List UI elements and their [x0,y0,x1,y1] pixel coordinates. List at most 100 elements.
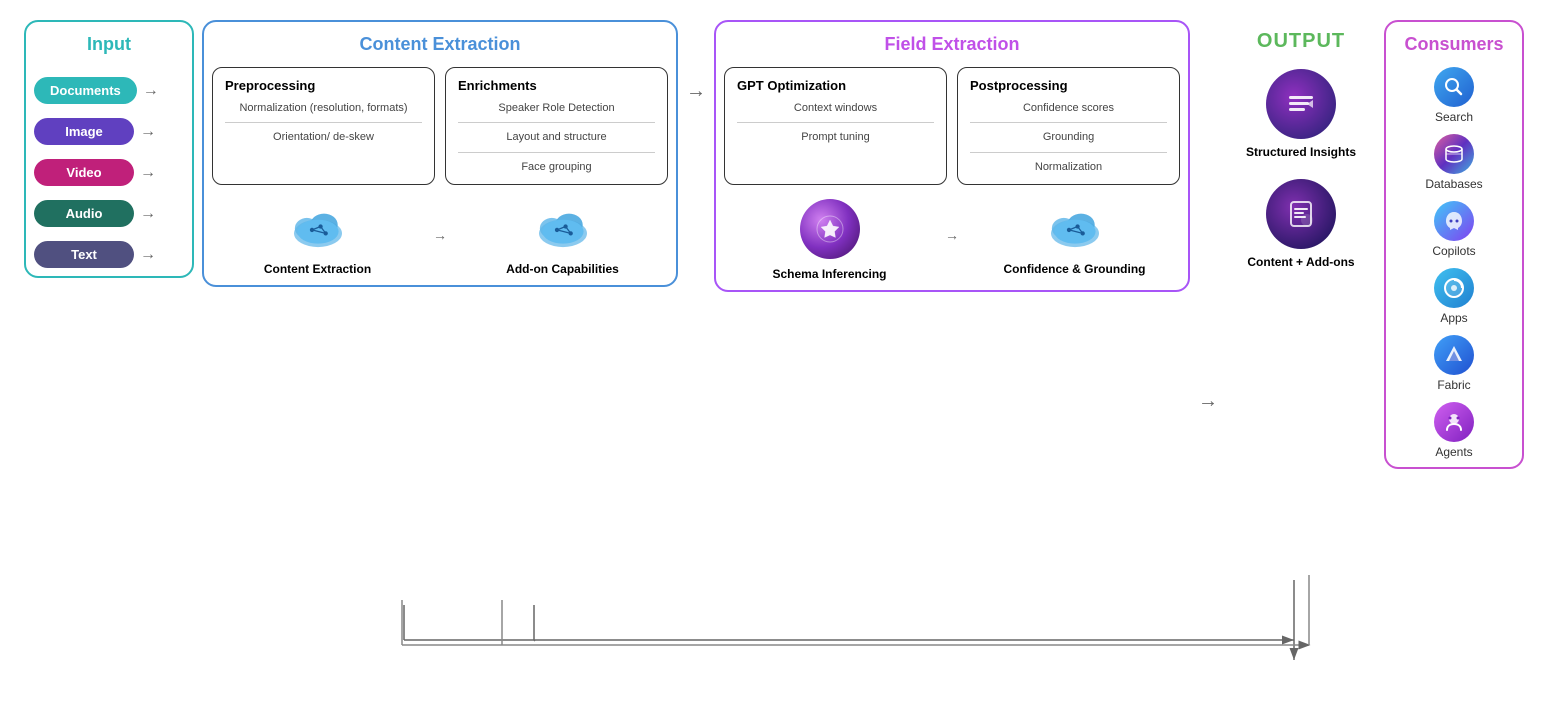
output-items: Structured Insights Content + Add-ons [1232,69,1370,270]
input-row-image: Image → [34,118,184,145]
content-extraction-title: Content Extraction [359,34,520,55]
structured-insights-circle [1266,69,1336,139]
gpt-opt-item-0: Context windows [737,101,934,115]
fabric-icon-circle [1434,335,1474,375]
gpt-opt-item-1: Prompt tuning [737,130,934,144]
structured-insights-icon [1283,86,1319,122]
copilots-icon-circle [1434,201,1474,241]
postprocessing-item-1: Grounding [970,130,1167,144]
arrow-image: → [140,123,156,141]
fabric-icon [1442,343,1466,367]
output-content-item: Content + Add-ons [1247,179,1354,271]
consumer-databases-label: Databases [1425,177,1482,191]
sections-row: Input Documents → Image → Video → Audio … [14,10,1534,700]
schema-inferencing-orb [800,199,860,259]
schema-to-confidence-arrow: → [945,227,959,243]
consumers-title: Consumers [1404,34,1503,55]
content-extraction-bottom: Content Extraction → [212,199,668,278]
ce-to-addon-arrow: → [433,227,447,243]
input-row-documents: Documents → [34,77,184,104]
confidence-grounding-cloud-icon [1045,199,1105,254]
ce-to-fe-arrow: → [686,80,706,103]
input-row-text: Text → [34,241,184,268]
consumer-agents: Agents [1434,402,1474,459]
preprocessing-divider [225,122,422,123]
field-extraction-title: Field Extraction [884,34,1019,55]
consumer-fabric-label: Fabric [1437,378,1470,392]
addon-capabilities-label: Add-on Capabilities [506,262,619,278]
databases-icon [1442,142,1466,166]
input-title: Input [87,34,131,55]
enrichments-box: Enrichments Speaker Role Detection Layou… [445,67,668,185]
consumer-copilots-label: Copilots [1432,244,1475,258]
badge-video: Video [34,159,134,186]
agents-icon [1442,410,1466,434]
arrow-video: → [140,164,156,182]
field-extraction-section: Field Extraction GPT Optimization Contex… [714,20,1190,292]
arrow-audio: → [140,205,156,223]
postprocessing-item-2: Normalization [970,160,1167,174]
schema-icon [816,215,844,243]
gpt-optimization-box: GPT Optimization Context windows Prompt … [724,67,947,185]
field-extraction-bottom: Schema Inferencing → [724,199,1180,283]
search-icon [1442,75,1466,99]
schema-inferencing-icon-block: Schema Inferencing [724,199,935,283]
input-row-audio: Audio → [34,200,184,227]
output-title: OUTPUT [1257,30,1345,53]
enrichments-divider-1 [458,152,655,153]
diagram-wrapper: Input Documents → Image → Video → Audio … [14,10,1534,700]
badge-audio: Audio [34,200,134,227]
fe-to-output-arrow: → [1198,390,1218,413]
gpt-opt-divider [737,122,934,123]
preprocessing-item-1: Orientation/ de-skew [225,130,422,144]
enrichments-item-2: Face grouping [458,160,655,174]
apps-icon [1442,276,1466,300]
addon-capabilities-cloud-icon [533,199,593,254]
enrichments-item-0: Speaker Role Detection [458,101,655,115]
arrow-text: → [140,246,156,264]
ce-to-fe-arrow-container: → [686,80,706,103]
output-section: OUTPUT Structured Insights [1226,20,1376,280]
content-addons-circle [1266,179,1336,249]
consumer-fabric: Fabric [1434,335,1474,392]
consumer-databases: Databases [1425,134,1482,191]
content-addons-icon [1283,196,1319,232]
consumer-agents-label: Agents [1435,445,1472,459]
content-extraction-section: Content Extraction Preprocessing Normali… [202,20,678,287]
confidence-grounding-label: Confidence & Grounding [1004,262,1146,278]
consumers-section: Consumers Search [1384,20,1524,469]
enrichments-title: Enrichments [458,78,655,93]
fe-to-output-arrow-container: → [1198,390,1218,413]
search-icon-circle [1434,67,1474,107]
databases-icon-circle [1434,134,1474,174]
input-row-video: Video → [34,159,184,186]
content-addons-label: Content + Add-ons [1247,255,1354,271]
gpt-optimization-title: GPT Optimization [737,78,934,93]
schema-inferencing-label: Schema Inferencing [772,267,886,283]
input-section: Input Documents → Image → Video → Audio … [24,20,194,278]
preprocessing-item-0: Normalization (resolution, formats) [225,101,422,115]
copilots-icon [1442,209,1466,233]
enrichments-item-1: Layout and structure [458,130,655,144]
agents-icon-circle [1434,402,1474,442]
content-extraction-cloud-icon [288,199,348,254]
consumer-apps: Apps [1434,268,1474,325]
consumer-search-label: Search [1435,110,1473,124]
field-extraction-top: GPT Optimization Context windows Prompt … [724,67,1180,185]
postprocessing-title: Postprocessing [970,78,1167,93]
input-items: Documents → Image → Video → Audio → Text [34,77,184,268]
content-extraction-top: Preprocessing Normalization (resolution,… [212,67,668,185]
content-extraction-icon-block: Content Extraction [212,199,423,278]
content-extraction-label: Content Extraction [264,262,371,278]
postprocessing-item-0: Confidence scores [970,101,1167,115]
preprocessing-box: Preprocessing Normalization (resolution,… [212,67,435,185]
consumer-apps-label: Apps [1440,311,1467,325]
enrichments-divider-0 [458,122,655,123]
arrow-documents: → [143,82,159,100]
postprocessing-divider-1 [970,152,1167,153]
apps-icon-circle [1434,268,1474,308]
badge-image: Image [34,118,134,145]
output-structured-item: Structured Insights [1246,69,1356,161]
postprocessing-box: Postprocessing Confidence scores Groundi… [957,67,1180,185]
consumer-copilots: Copilots [1432,201,1475,258]
